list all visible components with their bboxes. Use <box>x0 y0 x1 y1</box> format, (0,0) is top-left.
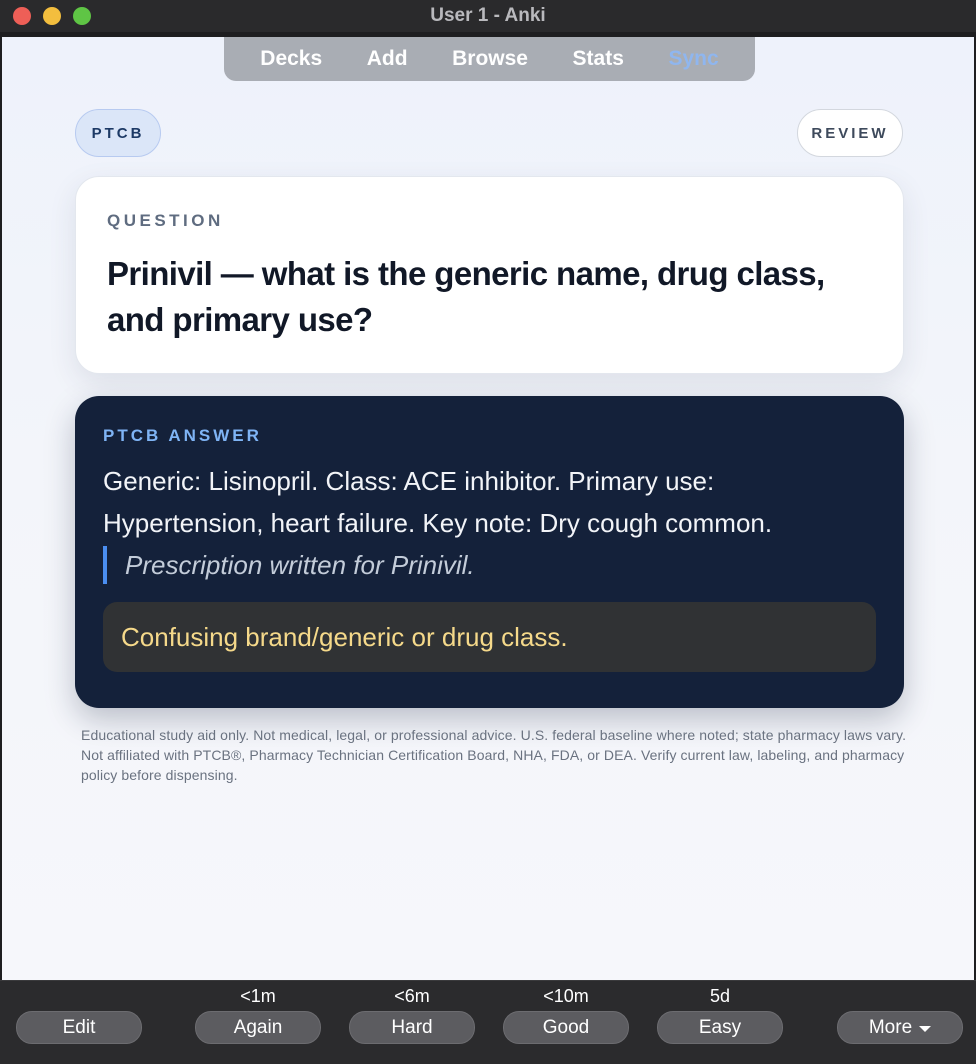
nav-stats[interactable]: Stats <box>573 47 624 71</box>
nav-browse[interactable]: Browse <box>452 47 528 71</box>
disclaimer-text: Educational study aid only. Not medical,… <box>81 727 907 783</box>
again-interval: <1m <box>240 986 276 1006</box>
deck-tag-pill: PTCB <box>75 109 161 157</box>
title-bar: User 1 - Anki <box>0 0 976 32</box>
hard-button[interactable]: Hard <box>349 1011 475 1044</box>
nav-add[interactable]: Add <box>367 47 408 71</box>
window-title: User 1 - Anki <box>430 5 546 26</box>
good-interval: <10m <box>543 986 589 1006</box>
chevron-down-icon <box>919 1025 932 1032</box>
more-label: More <box>868 1016 913 1038</box>
easy-interval: 5d <box>709 986 731 1006</box>
nav-sync[interactable]: Sync <box>668 47 718 71</box>
again-button[interactable]: Again <box>195 1011 321 1044</box>
anki-window: User 1 - Anki Decks Add Browse Stats Syn… <box>0 0 976 1064</box>
more-button[interactable]: More <box>837 1011 963 1044</box>
answer-card: PTCB ANSWER Generic: Lisinopril. Class: … <box>75 396 904 708</box>
question-text: Prinivil — what is the generic name, dru… <box>107 255 825 338</box>
answer-label: PTCB ANSWER <box>103 426 262 445</box>
answer-button-bar: Edit <1m Again <6m Hard <10m Good 5d Eas… <box>0 980 976 1064</box>
question-label: QUESTION <box>107 211 224 230</box>
answer-quote: Prescription written for Prinivil. <box>103 546 876 584</box>
good-button[interactable]: Good <box>503 1011 629 1044</box>
top-toolbar: Decks Add Browse Stats Sync <box>224 37 755 81</box>
hard-interval: <6m <box>394 986 430 1006</box>
common-error-note: Confusing brand/generic or drug class. <box>103 602 876 672</box>
edit-button[interactable]: Edit <box>16 1011 142 1044</box>
answer-text: Generic: Lisinopril. Class: ACE inhibito… <box>103 466 773 538</box>
question-card: QUESTION Prinivil — what is the generic … <box>75 176 904 374</box>
review-mode-pill: REVIEW <box>797 109 903 157</box>
review-content: Decks Add Browse Stats Sync PTCB REVIEW … <box>2 37 974 980</box>
nav-decks[interactable]: Decks <box>260 47 322 71</box>
easy-button[interactable]: Easy <box>657 1011 783 1044</box>
